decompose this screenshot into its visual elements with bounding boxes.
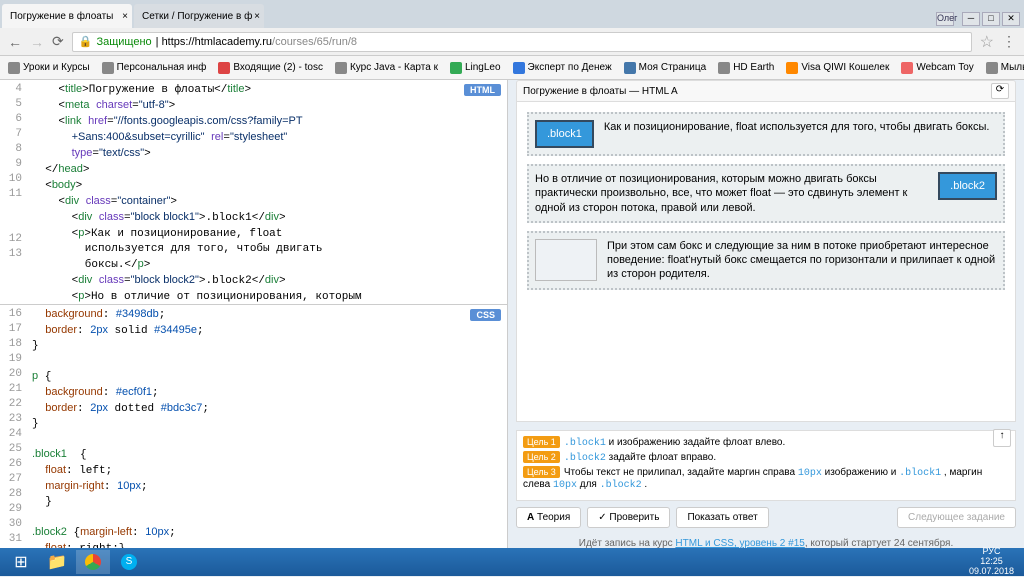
file-icon [102,62,114,74]
forward-button[interactable]: → [30,34,44,50]
browser-tab[interactable]: Сетки / Погружение в ф× [134,4,264,28]
theory-button[interactable]: A Теория [516,507,581,528]
gutter: 16 17 18 19 20 21 22 23 24 25 26 27 28 2… [0,305,28,548]
editor-pane: HTML 4 5 6 7 8 9 10 11 12 13 14 <title>П… [0,80,508,548]
goal-tag: Цель 1 [523,436,560,448]
task-chrome[interactable] [76,550,110,574]
bookmark-item[interactable]: Visa QIWI Кошелек [786,62,889,74]
preview-header: Погружение в флоаты — HTML A ⟳ [516,80,1016,102]
preview-p3: При этом сам бокс и следующие за ним в п… [527,231,1005,290]
goal-tag: Цель 3 [523,466,560,478]
url-path: /courses/65/run/8 [272,36,357,48]
start-button[interactable]: ⊞ [4,550,38,574]
tab-title: Сетки / Погружение в ф [142,11,252,22]
refresh-button[interactable]: ⟳ [991,83,1009,99]
windows-icon: ⊞ [14,552,27,572]
goal-row: Цель 2.block2 задайте флоат вправо. [523,452,1009,464]
mail-icon [218,62,230,74]
vk-icon [624,62,636,74]
lock-icon: 🔒 [79,35,93,48]
bookmarks-bar: Уроки и Курсы Персональная инф Входящие … [0,56,1024,80]
bookmark-item[interactable]: Уроки и Курсы [8,62,90,74]
file-icon [8,62,20,74]
bookmark-item[interactable]: Входящие (2) - tosc [218,62,323,74]
show-answer-button[interactable]: Показать ответ [676,507,768,528]
reload-button[interactable]: ⟳ [52,33,64,50]
address-bar: ← → ⟳ 🔒 Защищено | https://htmlacademy.r… [0,28,1024,56]
window-controls: Олег ─ □ ✕ [932,10,1024,28]
css-editor[interactable]: CSS 16 17 18 19 20 21 22 23 24 25 26 27 … [0,305,508,548]
file-icon [986,62,998,74]
menu-icon[interactable]: ⋮ [1002,33,1016,50]
minimize-button[interactable]: ─ [962,12,980,26]
qiwi-icon [786,62,798,74]
goal-row: Цель 1.block1 и изображению задайте флоа… [523,437,1009,449]
goals-panel: ↑ Цель 1.block1 и изображению задайте фл… [516,430,1016,501]
preview-text: Как и позиционирование, float использует… [535,120,997,134]
bookmark-item[interactable]: Webcam Toy [901,62,973,74]
url-host: https://htmlacademy.ru [162,36,272,48]
close-icon[interactable]: × [122,11,128,22]
chrome-icon [85,554,101,570]
back-button[interactable]: ← [8,34,22,50]
preview-text: При этом сам бокс и следующие за ним в п… [535,239,997,282]
url-input[interactable]: 🔒 Защищено | https://htmlacademy.ru/cour… [72,32,972,52]
chrome-user[interactable]: Олег [936,12,954,26]
preview-title: Погружение в флоаты — HTML A [523,86,678,97]
bookmark-item[interactable]: Курс Java - Карта к [335,62,438,74]
preview-p2: .block2 Но в отличие от позиционирования… [527,164,1005,223]
close-icon[interactable]: × [254,11,260,22]
block2: .block2 [938,172,997,200]
cam-icon [901,62,913,74]
preview-pane: Погружение в флоаты — HTML A ⟳ .block1 К… [508,80,1024,548]
css-code[interactable]: background: #3498db; border: 2px solid #… [28,305,507,548]
tray-lang[interactable]: РУС [978,546,1004,556]
maximize-button[interactable]: □ [982,12,1000,26]
clock[interactable]: РУС 12:25 09.07.2018 [963,547,1020,577]
close-button[interactable]: ✕ [1002,12,1020,26]
html-code[interactable]: <title>Погружение в флоаты — HTML AПогру… [28,80,507,305]
skype-icon: S [121,554,137,570]
bookmark-star-icon[interactable]: ☆ [980,32,994,52]
browser-tab-active[interactable]: Погружение в флоаты × [2,4,132,28]
html-editor[interactable]: HTML 4 5 6 7 8 9 10 11 12 13 14 <title>П… [0,80,508,305]
clock-date: 09.07.2018 [969,567,1014,577]
gutter: 4 5 6 7 8 9 10 11 12 13 14 [0,80,28,305]
check-button[interactable]: ✓ Проверить [587,507,670,528]
float-image [535,239,597,281]
taskbar[interactable]: ⊞ 📁 S РУС 12:25 09.07.2018 [0,548,1024,576]
scroll-up-button[interactable]: ↑ [993,429,1011,447]
goal-row: Цель 3Чтобы текст не прилипал, задайте м… [523,467,1009,491]
leo-icon [450,62,462,74]
bookmark-item[interactable]: HD Earth [718,62,774,74]
bookmark-item[interactable]: Мыльная основа к [986,62,1024,74]
secure-label: Защищено [96,36,151,48]
preview-body: .block1 Как и позиционирование, float ис… [516,102,1016,422]
task-skype[interactable]: S [112,550,146,574]
preview-text: Но в отличие от позиционирования, которы… [535,172,997,215]
css-badge: CSS [470,309,501,321]
html-badge: HTML [464,84,501,96]
task-explorer[interactable]: 📁 [40,550,74,574]
bookmark-item[interactable]: Эксперт по Денеж [513,62,612,74]
bookmark-item[interactable]: Моя Страница [624,62,707,74]
file-icon [335,62,347,74]
folder-icon: 📁 [47,552,67,572]
tab-strip: Погружение в флоаты × Сетки / Погружение … [0,0,1024,28]
bookmark-item[interactable]: LingLeo [450,62,501,74]
goal-tag: Цель 2 [523,451,560,463]
p-icon [513,62,525,74]
tab-title: Погружение в флоаты [10,11,113,22]
earth-icon [718,62,730,74]
next-task-button[interactable]: Следующее задание [897,507,1016,528]
block1: .block1 [535,120,594,148]
action-bar: A Теория ✓ Проверить Показать ответ След… [516,507,1016,528]
bookmark-item[interactable]: Персональная инф [102,62,207,74]
preview-p1: .block1 Как и позиционирование, float ис… [527,112,1005,156]
